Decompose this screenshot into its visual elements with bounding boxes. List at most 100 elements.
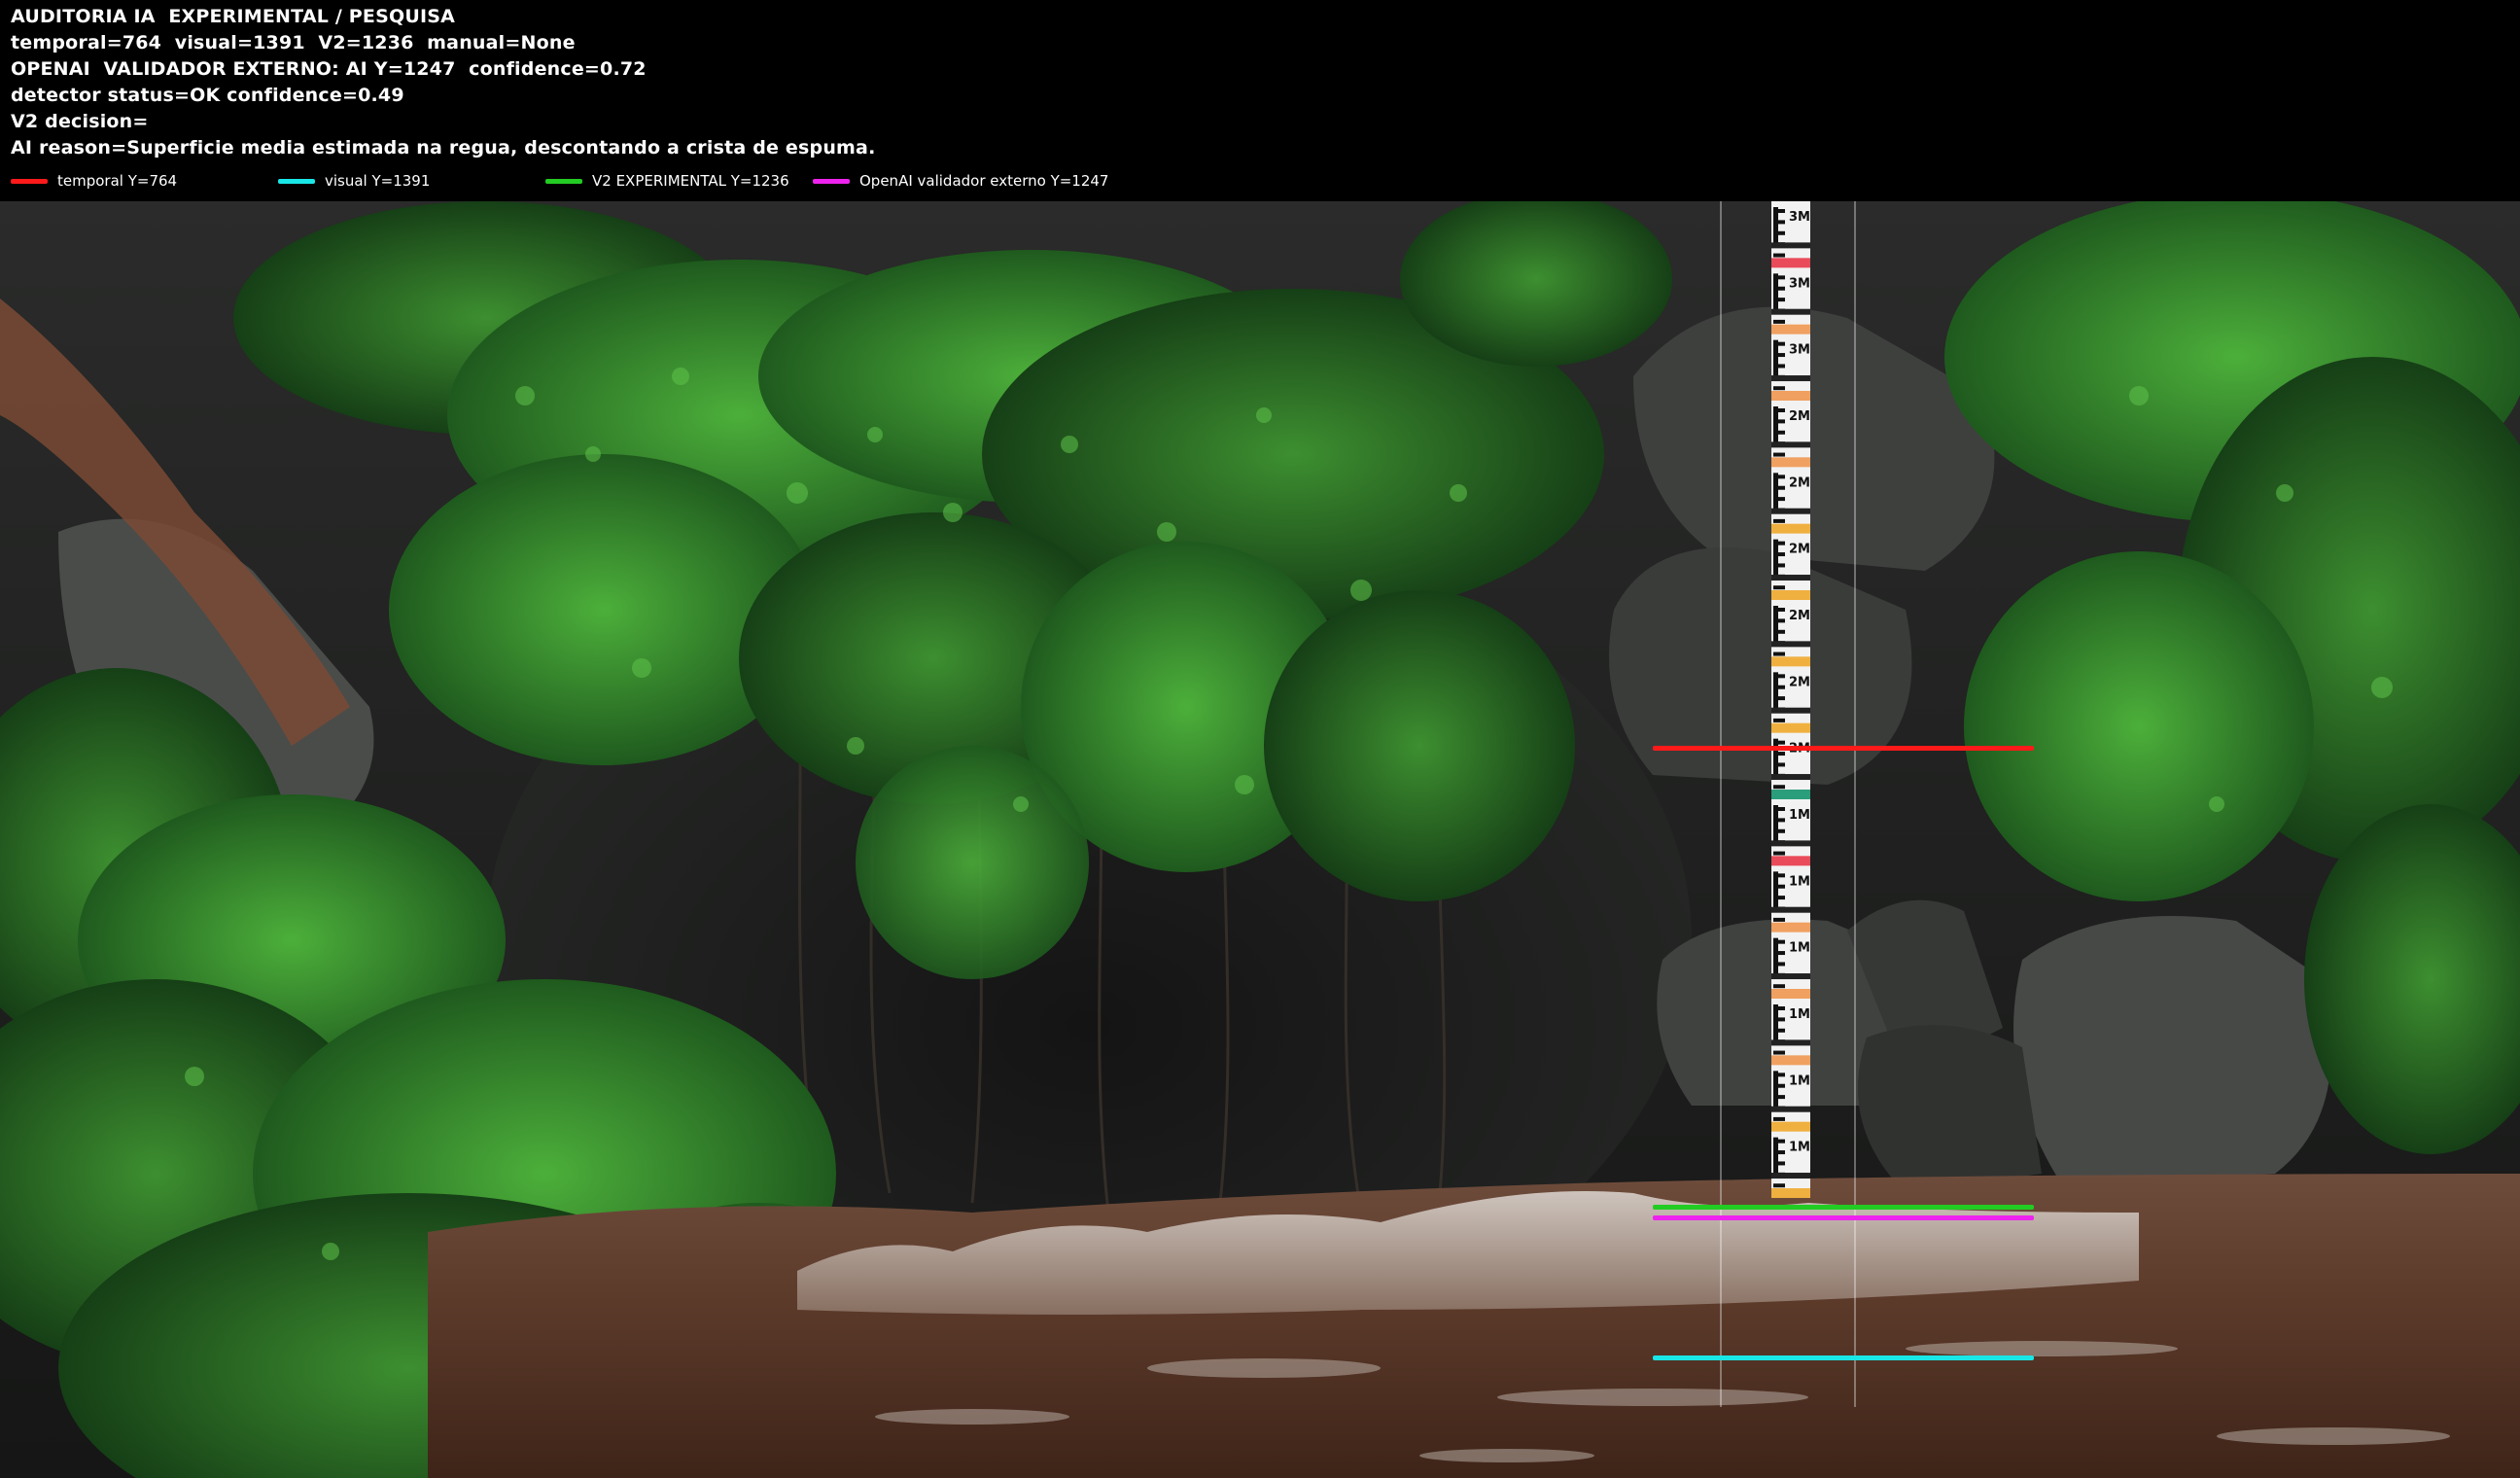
gauge-divider: [1771, 973, 1810, 980]
legend-swatch-v2: [545, 178, 582, 184]
legend-label-visual: visual Y=1391: [325, 172, 431, 190]
staff-gauge: 3M3M3M2M2M2M2M2M2M1M1M1M1M1M1M: [1771, 201, 1810, 1198]
gauge-e-bar: [1773, 937, 1778, 978]
gauge-label: 2M: [1789, 609, 1810, 623]
gauge-label: 1M: [1789, 1141, 1810, 1155]
roi-guide-left: [1720, 201, 1722, 1407]
gauge-color-band: [1771, 523, 1810, 534]
gauge-label: 1M: [1789, 941, 1810, 956]
level-line-openai-validator: [1653, 1215, 2034, 1220]
gauge-label: 3M: [1789, 343, 1810, 358]
gauge-tick: [1773, 917, 1785, 922]
legend-v2: V2 EXPERIMENTAL Y=1236: [545, 171, 789, 191]
gauge-e-bar: [1773, 738, 1778, 779]
audit-header: AUDITORIA IA EXPERIMENTAL / PESQUISA tem…: [0, 0, 2520, 201]
gauge-color-band: [1771, 1055, 1810, 1066]
gauge-tick: [1773, 518, 1785, 523]
legend-label-openai: OpenAI validador externo Y=1247: [859, 172, 1109, 190]
gauge-tick: [1773, 1050, 1785, 1055]
gauge-e-bar: [1773, 871, 1778, 912]
legend-temporal: temporal Y=764: [11, 171, 177, 191]
legend-label-v2: V2 EXPERIMENTAL Y=1236: [592, 172, 789, 190]
gauge-label: 1M: [1789, 1073, 1810, 1088]
camera-frame: 3M3M3M2M2M2M2M2M2M1M1M1M1M1M1M: [0, 201, 2520, 1478]
header-detector-status: detector status=OK confidence=0.49: [11, 85, 404, 106]
gauge-divider: [1771, 575, 1810, 581]
header-title: AUDITORIA IA EXPERIMENTAL / PESQUISA: [11, 6, 456, 27]
gauge-label: 2M: [1789, 409, 1810, 424]
gauge-label: 3M: [1789, 210, 1810, 225]
legend-label-temporal: temporal Y=764: [57, 172, 178, 190]
gauge-divider: [1771, 906, 1810, 913]
gauge-color-band: [1771, 656, 1810, 667]
level-line-temporal: [1653, 746, 2034, 751]
gauge-divider: [1771, 1106, 1810, 1112]
gauge-e-bar: [1773, 339, 1778, 380]
gauge-divider: [1771, 774, 1810, 781]
legend-swatch-openai: [813, 178, 850, 184]
roi-guide-right: [1854, 201, 1856, 1407]
gauge-color-band: [1771, 790, 1810, 799]
gauge-color-band: [1771, 922, 1810, 933]
legend-swatch-visual: [278, 178, 315, 184]
gauge-color-band: [1771, 989, 1810, 999]
gauge-tick: [1773, 386, 1785, 391]
gauge-tick: [1773, 718, 1785, 722]
gauge-divider: [1771, 840, 1810, 847]
gauge-e-bar: [1773, 1071, 1778, 1111]
gauge-divider: [1771, 242, 1810, 249]
level-line-visual: [1653, 1355, 2034, 1360]
gauge-tick: [1773, 1183, 1785, 1188]
gauge-e-bar: [1773, 1004, 1778, 1044]
gauge-label: 1M: [1789, 874, 1810, 889]
gauge-color-band: [1771, 457, 1810, 468]
gauge-e-bar: [1773, 805, 1778, 845]
header-openai-validator: OPENAI VALIDADOR EXTERNO: AI Y=1247 conf…: [11, 58, 647, 80]
legend-visual: visual Y=1391: [278, 171, 430, 191]
gauge-divider: [1771, 308, 1810, 315]
gauge-color-band: [1771, 722, 1810, 733]
gauge-color-band: [1771, 324, 1810, 334]
gauge-e-bar: [1773, 606, 1778, 646]
gauge-color-band: [1771, 856, 1810, 866]
legend-swatch-temporal: [11, 178, 48, 184]
gauge-tick: [1773, 452, 1785, 457]
header-ai-reason: AI reason=Superficie media estimada na r…: [11, 137, 876, 158]
gauge-label: 1M: [1789, 1007, 1810, 1022]
gauge-e-bar: [1773, 1137, 1778, 1178]
gauge-divider: [1771, 508, 1810, 514]
gauge-e-bar: [1773, 273, 1778, 314]
gauge-divider: [1771, 1173, 1810, 1179]
gauge-divider: [1771, 707, 1810, 714]
gauge-tick: [1773, 319, 1785, 324]
gauge-e-bar: [1773, 207, 1778, 247]
gauge-e-bar: [1773, 539, 1778, 580]
gauge-color-band: [1771, 1121, 1810, 1132]
gauge-tick: [1773, 253, 1785, 258]
header-readings: temporal=764 visual=1391 V2=1236 manual=…: [11, 32, 576, 53]
gauge-tick: [1773, 984, 1785, 989]
gauge-label: 1M: [1789, 808, 1810, 823]
gauge-divider: [1771, 441, 1810, 448]
level-line-v2-experimental: [1653, 1205, 2034, 1210]
gauge-e-bar: [1773, 672, 1778, 713]
gauge-color-band: [1771, 258, 1810, 268]
gauge-tick: [1773, 1116, 1785, 1121]
header-v2-decision: V2 decision=: [11, 111, 149, 132]
legend-openai: OpenAI validador externo Y=1247: [813, 171, 1108, 191]
viewer-root: AUDITORIA IA EXPERIMENTAL / PESQUISA tem…: [0, 0, 2520, 1478]
gauge-divider: [1771, 1039, 1810, 1046]
gauge-label: 2M: [1789, 675, 1810, 689]
gauge-tick: [1773, 785, 1785, 790]
gauge-color-band: [1771, 1188, 1810, 1198]
gauge-color-band: [1771, 391, 1810, 401]
gauge-e-bar: [1773, 406, 1778, 446]
gauge-label: 2M: [1789, 543, 1810, 557]
gauge-label: 3M: [1789, 276, 1810, 291]
gauge-color-band: [1771, 590, 1810, 600]
gauge-divider: [1771, 641, 1810, 648]
gauge-e-bar: [1773, 473, 1778, 513]
gauge-tick: [1773, 651, 1785, 656]
gauge-label: 2M: [1789, 475, 1810, 490]
gauge-tick: [1773, 851, 1785, 856]
